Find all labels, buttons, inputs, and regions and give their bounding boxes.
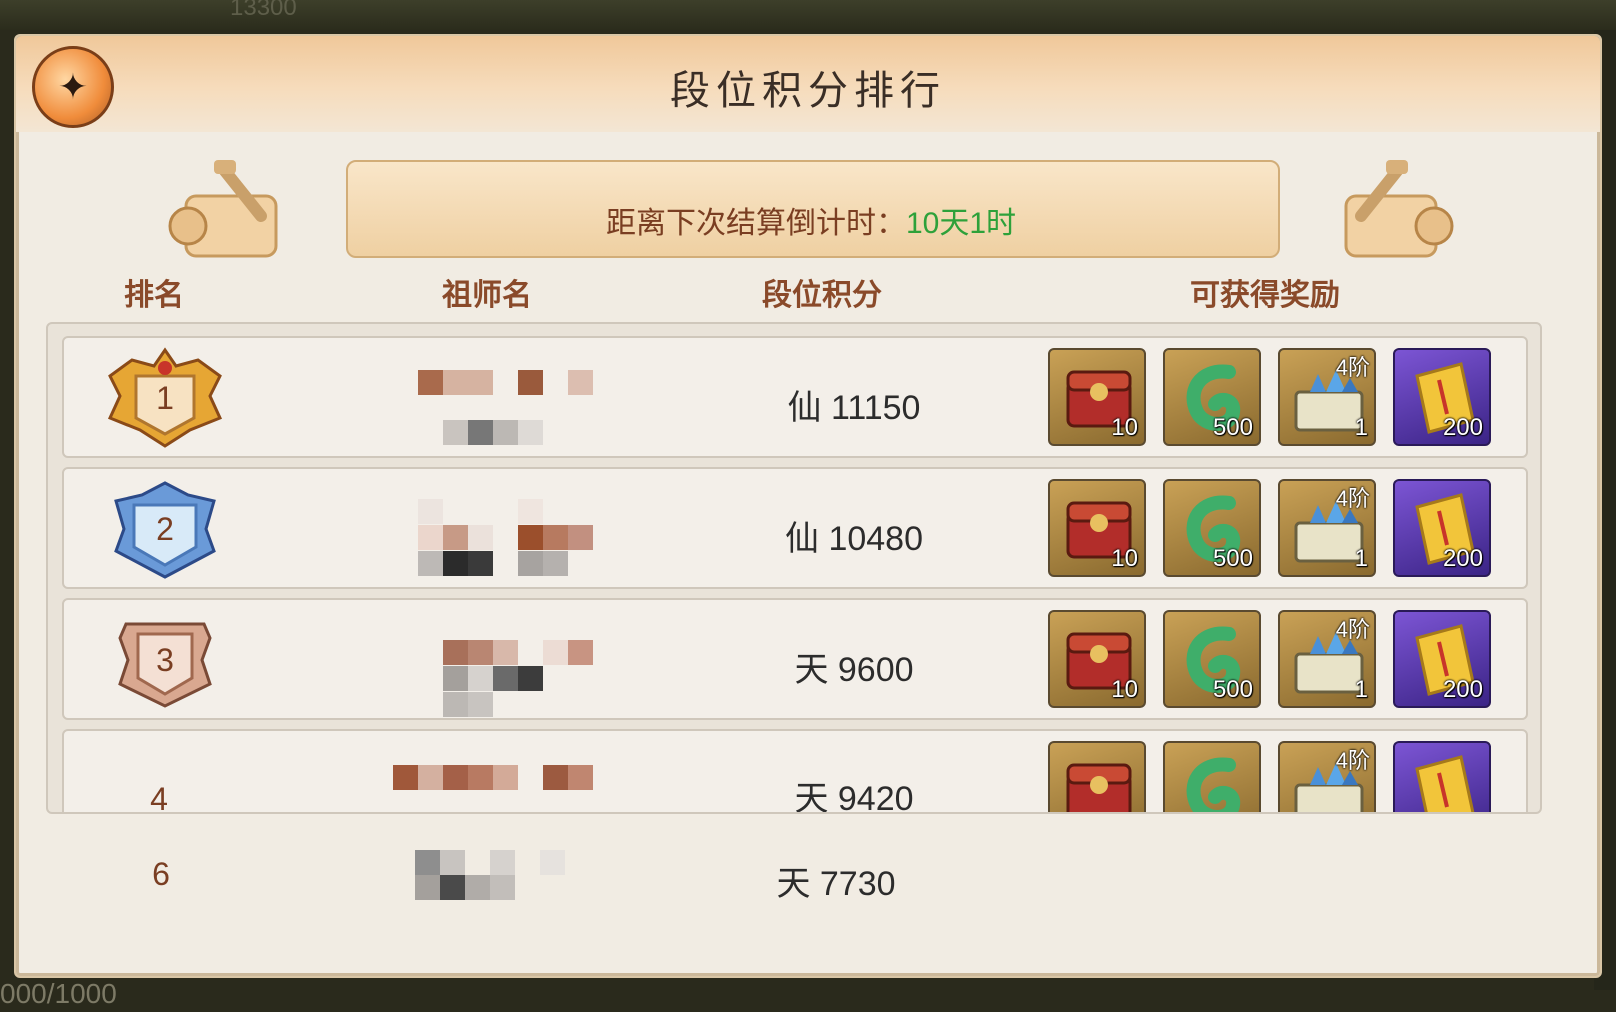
reward-count: 1: [1354, 414, 1368, 441]
title-bar: 段位积分排行: [16, 36, 1600, 132]
reward-item[interactable]: 200: [1393, 479, 1491, 577]
table-row[interactable]: 1 仙 11150 10 500 4阶 1 200: [62, 336, 1528, 458]
reward-list: 10 500 4阶 1 200: [1048, 348, 1508, 448]
reward-item[interactable]: 200: [1393, 610, 1491, 708]
score-value: 仙 10480: [785, 520, 923, 558]
countdown-label: 距离下次结算倒计时：: [605, 207, 906, 240]
countdown-text: 距离下次结算倒计时：10天1时: [346, 198, 1276, 242]
background-top-number: 13300: [230, 0, 297, 21]
reward-item[interactable]: 10: [1048, 610, 1146, 708]
score-value: 天 9420: [794, 780, 914, 814]
reward-item[interactable]: [1393, 741, 1491, 812]
scroll-sword-left-icon: [168, 160, 278, 258]
jade-curl-icon: [1186, 757, 1241, 812]
reward-count: 1: [1354, 545, 1368, 572]
reward-item[interactable]: 10: [1048, 348, 1146, 446]
reward-count: 1: [1354, 676, 1368, 703]
red-chest-icon: [1066, 763, 1132, 812]
column-header-rank: 排名: [124, 279, 184, 312]
reward-count: 10: [1111, 676, 1138, 703]
player-name-censored: [393, 751, 608, 812]
my-rank-number: 6: [152, 856, 170, 892]
reward-item[interactable]: 500: [1163, 610, 1261, 708]
countdown-banner: 距离下次结算倒计时：10天1时: [76, 136, 1546, 286]
my-name-censored: [390, 840, 590, 924]
player-name-censored: [408, 489, 608, 576]
table-row[interactable]: 3 天 9600 10 500 4阶 1 200: [62, 598, 1528, 720]
column-header-rewards: 可获得奖励: [1190, 279, 1340, 312]
my-score-value: 天 7730: [776, 865, 896, 903]
rank-number: 1: [156, 380, 174, 416]
table-row[interactable]: 2 仙 10480 10 500 4阶 1 200: [62, 467, 1528, 589]
player-name-censored: [408, 620, 608, 717]
rank-badge-silver: 2: [102, 477, 228, 581]
reward-tier: 4阶: [1335, 748, 1370, 773]
talisman-scroll-icon: [1415, 755, 1475, 812]
scroll-sword-right-icon: [1344, 160, 1454, 258]
tiger-emblem-icon[interactable]: ✦: [32, 46, 114, 128]
rank-number: 3: [156, 642, 174, 678]
reward-item[interactable]: 10: [1048, 479, 1146, 577]
reward-item[interactable]: [1163, 741, 1261, 812]
reward-count: 10: [1111, 545, 1138, 572]
reward-item[interactable]: 4阶 1: [1278, 479, 1376, 577]
background-top-strip: 13300: [0, 0, 1616, 30]
reward-list: 10 500 4阶 1 200: [1048, 610, 1508, 710]
reward-item[interactable]: 4阶 1: [1278, 610, 1376, 708]
score-value: 仙 11150: [787, 389, 921, 427]
column-header-name: 祖师名: [442, 279, 532, 312]
reward-count: 500: [1212, 545, 1253, 572]
score-value: 天 9600: [794, 651, 914, 689]
player-name-censored: [408, 358, 608, 445]
reward-item[interactable]: [1048, 741, 1146, 812]
countdown-value: 10天1时: [905, 207, 1017, 240]
reward-count: 500: [1212, 414, 1253, 441]
column-header-score: 段位积分: [762, 279, 882, 312]
reward-count: 10: [1111, 414, 1138, 441]
rank-number: 4: [150, 781, 168, 814]
reward-item[interactable]: 500: [1163, 348, 1261, 446]
reward-count: 200: [1442, 545, 1483, 572]
ranking-list[interactable]: 1 仙 11150 10 500 4阶 1 200 2 仙 10480 10 5…: [46, 322, 1542, 814]
table-row[interactable]: 4 天 9420 4阶: [62, 729, 1528, 814]
page-title: 段位积分排行: [670, 68, 946, 114]
reward-count: 500: [1212, 676, 1253, 703]
emblem-mark: ✦: [57, 66, 89, 108]
reward-list: 10 500 4阶 1 200: [1048, 479, 1508, 579]
rank-badge-gold: 1: [102, 346, 228, 450]
reward-item[interactable]: 4阶 1: [1278, 348, 1376, 446]
rank-badge-bronze: 3: [102, 608, 228, 712]
reward-item[interactable]: 200: [1393, 348, 1491, 446]
my-rank-row: 6 天 7730: [46, 830, 1538, 930]
reward-tier: 4阶: [1335, 617, 1370, 642]
rank-number: 2: [156, 511, 174, 547]
reward-tier: 4阶: [1335, 486, 1370, 511]
reward-item[interactable]: 500: [1163, 479, 1261, 577]
reward-tier: 4阶: [1335, 355, 1370, 380]
reward-count: 200: [1442, 414, 1483, 441]
reward-item[interactable]: 4阶: [1278, 741, 1376, 812]
background-progress-text: 000/1000: [0, 978, 117, 1009]
reward-count: 200: [1442, 676, 1483, 703]
reward-list: 4阶: [1048, 741, 1508, 812]
